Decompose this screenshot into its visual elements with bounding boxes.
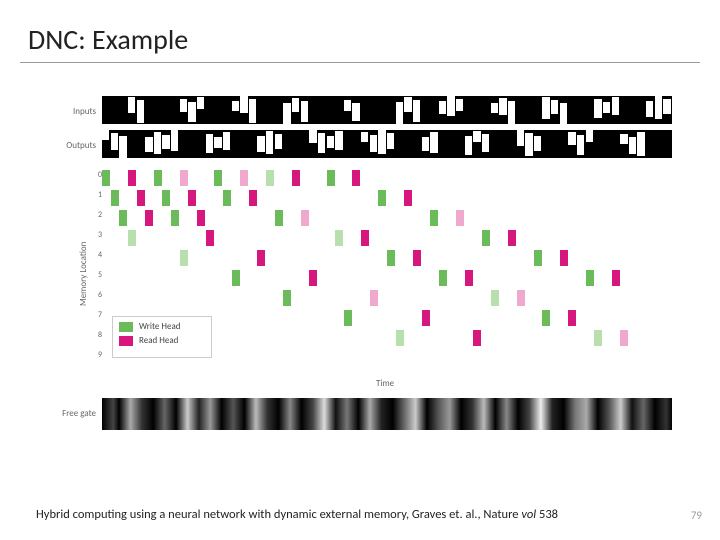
memory-cell: [456, 210, 464, 226]
memory-cell: [387, 250, 395, 266]
memory-cell: [612, 270, 620, 286]
memory-cell: [223, 190, 231, 206]
memory-cell: [361, 230, 369, 246]
memory-cell: [188, 190, 196, 206]
dnc-figure: Inputs Outputs Memory Location 0 1 2 3 4 5 6 7 8…: [56, 96, 676, 456]
memory-cell: [266, 170, 274, 186]
freegate-label: Free gate: [50, 408, 96, 419]
memory-cell: [206, 230, 214, 246]
outputs-label: Outputs: [56, 140, 96, 151]
memory-cell: [162, 190, 170, 206]
write-swatch: [119, 322, 133, 332]
memory-cell: [180, 170, 188, 186]
memory-cell: [396, 330, 404, 346]
memory-cell: [197, 210, 205, 226]
memory-cell: [473, 330, 481, 346]
memory-cell: [482, 230, 490, 246]
title-underline: [20, 62, 700, 63]
memory-cell: [249, 190, 257, 206]
memory-cell: [534, 250, 542, 266]
mem-y-tick: 8: [94, 330, 102, 340]
memory-cell: [292, 170, 300, 186]
mem-y-tick: 4: [94, 250, 102, 260]
memory-cell: [171, 210, 179, 226]
outputs-strip: [102, 130, 672, 158]
page-number: 79: [691, 509, 702, 522]
citation: Hybrid computing using a neural network …: [36, 507, 558, 522]
legend: Write Head Read Head: [112, 316, 212, 358]
memory-cell: [542, 310, 550, 326]
memory-cell: [586, 270, 594, 286]
memory-cell: [378, 190, 386, 206]
memory-cell: [145, 210, 153, 226]
legend-read-label: Read Head: [139, 335, 178, 346]
memory-cell: [491, 290, 499, 306]
memory-cell: [102, 170, 110, 186]
memory-cell: [404, 190, 412, 206]
inputs-strip: [102, 96, 672, 124]
slide-title: DNC: Example: [28, 22, 188, 57]
memory-cell: [232, 270, 240, 286]
memory-cell: [128, 230, 136, 246]
memory-cell: [465, 270, 473, 286]
memory-cell: [240, 170, 248, 186]
memory-cell: [327, 170, 335, 186]
memory-cell: [283, 290, 291, 306]
memory-cell: [111, 190, 119, 206]
freegate-strip: [102, 398, 672, 430]
memory-cell: [137, 190, 145, 206]
memory-cell: [568, 310, 576, 326]
memory-cell: [301, 210, 309, 226]
memory-cell: [370, 290, 378, 306]
memory-cell: [422, 310, 430, 326]
mem-y-tick: 6: [94, 290, 102, 300]
memory-cell: [119, 210, 127, 226]
mem-y-tick: 0: [94, 170, 102, 180]
read-swatch: [119, 336, 133, 346]
citation-text: Hybrid computing using a neural network …: [36, 507, 521, 522]
memory-cell: [560, 250, 568, 266]
memory-cell: [344, 310, 352, 326]
memory-axis-label: Memory Location: [78, 242, 89, 306]
memory-cell: [214, 170, 222, 186]
inputs-label: Inputs: [56, 106, 96, 117]
memory-cell: [620, 330, 628, 346]
citation-volume: 538: [539, 507, 558, 522]
memory-cell: [180, 250, 188, 266]
memory-cell: [275, 210, 283, 226]
memory-cell: [309, 270, 317, 286]
mem-y-tick: 3: [94, 230, 102, 240]
memory-cell: [352, 170, 360, 186]
legend-write-label: Write Head: [139, 321, 181, 332]
memory-cell: [154, 170, 162, 186]
mem-y-tick: 7: [94, 310, 102, 320]
legend-read: Read Head: [119, 335, 205, 346]
citation-vol-label: vol: [521, 507, 539, 522]
mem-y-tick: 5: [94, 270, 102, 280]
legend-write: Write Head: [119, 321, 205, 332]
memory-cell: [335, 230, 343, 246]
time-axis-label: Time: [376, 378, 394, 389]
memory-cell: [257, 250, 265, 266]
memory-cell: [413, 250, 421, 266]
mem-y-tick: 2: [94, 210, 102, 220]
mem-y-tick: 1: [94, 190, 102, 200]
memory-cell: [430, 210, 438, 226]
memory-cell: [594, 330, 602, 346]
memory-cell: [508, 230, 516, 246]
mem-y-tick: 9: [94, 350, 102, 360]
memory-cell: [439, 270, 447, 286]
memory-cell: [517, 290, 525, 306]
memory-cell: [128, 170, 136, 186]
